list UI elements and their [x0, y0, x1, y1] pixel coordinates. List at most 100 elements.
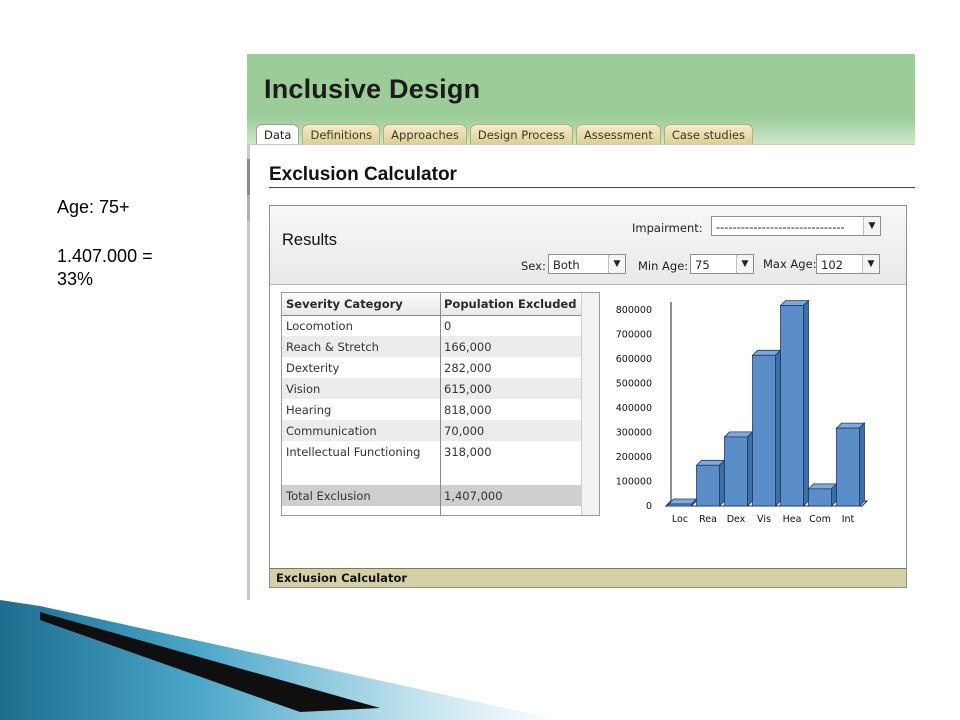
bar-int [836, 427, 860, 507]
chevron-down-icon: ▼ [863, 217, 880, 235]
bar-side-rea [719, 459, 725, 507]
bar-side-dex [747, 430, 753, 507]
chevron-down-icon: ▼ [862, 255, 879, 273]
chevron-down-icon: ▼ [608, 255, 625, 273]
status-bar: Exclusion Calculator [270, 568, 906, 587]
tab-case-studies[interactable]: Case studies [663, 124, 753, 144]
population-cell: 282,000 [444, 361, 492, 375]
sex-select[interactable]: Both ▼ [548, 254, 626, 274]
x-tick-label: Com [809, 514, 831, 525]
table-row[interactable]: Communication 70,000 [282, 420, 581, 441]
tab-definitions[interactable]: Definitions [302, 124, 381, 144]
population-cell: 70,000 [444, 424, 485, 438]
population-cell: 818,000 [444, 403, 492, 417]
exclusion-bar-chart: 0 100000 200000 300000 400000 500000 600000 700… [616, 299, 869, 525]
y-tick-label: 100000 [616, 477, 652, 488]
status-label: Exclusion Calculator [276, 571, 408, 585]
category-cell: Communication [286, 424, 377, 438]
bar-loc [668, 503, 692, 507]
table-header: Severity Category Population Excluded [282, 293, 581, 316]
results-title: Results [282, 231, 338, 249]
population-cell: 0 [444, 319, 452, 333]
chevron-down-icon: ▼ [736, 255, 753, 273]
scroll-thumb[interactable] [247, 159, 250, 195]
tab-assessment[interactable]: Assessment [575, 124, 661, 144]
impairment-label: Impairment: [632, 221, 703, 235]
total-row[interactable]: Total Exclusion 1,407,000 [282, 485, 581, 506]
table-scrollbar[interactable] [581, 293, 599, 515]
column-header-category[interactable]: Severity Category [286, 297, 403, 311]
category-cell: Intellectual Functioning [286, 445, 421, 459]
y-tick-label: 500000 [616, 379, 652, 390]
category-cell: Locomotion [286, 319, 353, 333]
category-cell: Hearing [286, 403, 332, 417]
impairment-select[interactable]: ------------------------------- ▼ [711, 216, 881, 236]
category-cell: Dexterity [286, 361, 340, 375]
total-value: 1,407,000 [444, 489, 503, 503]
population-cell: 318,000 [444, 445, 492, 459]
column-divider [440, 293, 441, 515]
bar-vis [752, 354, 776, 507]
app-title: Inclusive Design [264, 74, 481, 104]
y-tick-label: 400000 [616, 403, 652, 414]
app-header: Inclusive Design Data Definitions Approa… [247, 54, 915, 145]
min-age-select[interactable]: 75 ▼ [690, 254, 754, 274]
x-tick-label: Loc [672, 514, 688, 525]
sex-label: Sex: [521, 259, 546, 273]
bar-side-hea [803, 299, 809, 507]
bar-rea [696, 464, 720, 507]
x-tick-label: Dex [727, 514, 746, 525]
scroll-thumb-lower [247, 195, 250, 221]
x-tick-label: Hea [783, 514, 802, 525]
age-label: Age: 75+ [57, 197, 130, 217]
x-tick-label: Rea [699, 514, 717, 525]
column-header-population[interactable]: Population Excluded [444, 297, 576, 311]
max-age-label: Max Age: [763, 257, 817, 271]
bar-hea [780, 305, 804, 507]
x-tick-label: Int [842, 514, 855, 525]
x-tick-label: Vis [757, 514, 771, 525]
max-age-select[interactable]: 102 ▼ [816, 254, 880, 274]
impairment-value: ------------------------------- [716, 220, 845, 234]
table-row[interactable]: Hearing 818,000 [282, 399, 581, 420]
total-line: 1.407.000 = [57, 246, 153, 266]
y-tick-label: 600000 [616, 354, 652, 365]
table-row[interactable]: Vision 615,000 [282, 378, 581, 399]
bar-side-vis [775, 349, 781, 507]
total-label: Total Exclusion [286, 489, 371, 503]
category-cell: Vision [286, 382, 321, 396]
table-row[interactable]: Reach & Stretch 166,000 [282, 336, 581, 357]
results-table: Severity Category Population Excluded Lo… [281, 292, 600, 516]
tab-bar: Data Definitions Approaches Design Proce… [256, 124, 756, 145]
y-tick-label: 200000 [616, 452, 652, 463]
tab-design-process[interactable]: Design Process [469, 124, 573, 144]
table-row[interactable]: Locomotion 0 [282, 315, 581, 336]
section-rule [269, 187, 915, 188]
table-row[interactable]: Dexterity 282,000 [282, 357, 581, 378]
tab-approaches[interactable]: Approaches [383, 124, 467, 144]
percent-line: 33% [57, 269, 94, 289]
sex-value: Both [553, 258, 580, 272]
min-age-label: Min Age: [638, 259, 689, 273]
slide-caption: Age: 75+ 1.407.000 = 33% [57, 196, 237, 291]
section-title: Exclusion Calculator [269, 164, 457, 185]
table-row[interactable]: Intellectual Functioning 318,000 [282, 441, 581, 462]
tab-divider [247, 144, 915, 145]
bar-side-int [859, 422, 865, 507]
bar-com [808, 488, 832, 507]
population-cell: 615,000 [444, 382, 492, 396]
bar-dex [724, 436, 748, 507]
decorative-swoosh [0, 600, 560, 720]
y-tick-label: 700000 [616, 330, 652, 341]
y-tick-label: 300000 [616, 428, 652, 439]
max-age-value: 102 [821, 258, 843, 272]
y-tick-label: 0 [646, 501, 652, 512]
population-cell: 166,000 [444, 340, 492, 354]
min-age-value: 75 [695, 258, 710, 272]
results-toolbar: Results Impairment: --------------------… [270, 206, 906, 285]
category-cell: Reach & Stretch [286, 340, 379, 354]
tab-data[interactable]: Data [256, 124, 300, 145]
y-tick-label: 800000 [616, 305, 652, 316]
app-screenshot: Inclusive Design Data Definitions Approa… [247, 54, 915, 600]
calculator-panel: Results Impairment: --------------------… [269, 205, 907, 588]
